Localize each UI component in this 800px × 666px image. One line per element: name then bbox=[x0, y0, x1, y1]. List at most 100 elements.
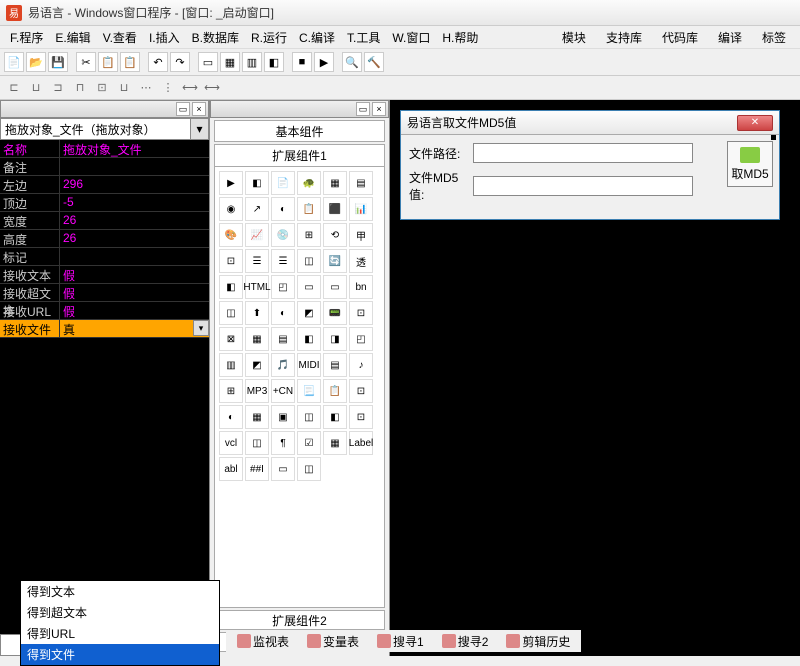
align-left-button[interactable]: ⊏ bbox=[4, 79, 24, 97]
component-item[interactable]: 📈 bbox=[245, 223, 269, 247]
tab-module[interactable]: 模块 bbox=[552, 27, 596, 48]
component-item[interactable]: ↗ bbox=[245, 197, 269, 221]
component-item[interactable]: ◫ bbox=[245, 431, 269, 455]
component-item[interactable]: ⊞ bbox=[297, 223, 321, 247]
component-item[interactable]: MIDI bbox=[297, 353, 321, 377]
menu-insert[interactable]: I.插入 bbox=[143, 27, 186, 48]
align-right-button[interactable]: ⊐ bbox=[48, 79, 68, 97]
copy-button[interactable]: 📋 bbox=[98, 52, 118, 72]
save-button[interactable]: 💾 bbox=[48, 52, 68, 72]
dropdown-option[interactable]: 得到超文本 bbox=[21, 602, 219, 623]
menu-edit[interactable]: E.编辑 bbox=[49, 27, 96, 48]
dropdown-option[interactable]: 得到URL bbox=[21, 623, 219, 644]
component-item[interactable]: ◧ bbox=[219, 275, 243, 299]
component-item[interactable]: 🔄 bbox=[323, 249, 347, 273]
component-item[interactable]: ☰ bbox=[271, 249, 295, 273]
prop-value[interactable]: 假 bbox=[60, 266, 209, 283]
component-item[interactable]: ▦ bbox=[245, 327, 269, 351]
component-item[interactable]: ♪ bbox=[349, 353, 373, 377]
component-item[interactable]: vcl bbox=[219, 431, 243, 455]
stop-button[interactable]: ■ bbox=[292, 52, 312, 72]
designer-canvas[interactable]: 易语言取文件MD5值 ✕ 文件路径: 文件MD5值: 取MD5 bbox=[390, 100, 800, 656]
event-dropdown-list[interactable]: 得到文本得到超文本得到URL得到文件 bbox=[20, 580, 220, 666]
component-item[interactable]: +CN bbox=[271, 379, 295, 403]
component-item[interactable]: ⬆ bbox=[245, 301, 269, 325]
new-file-button[interactable]: 📄 bbox=[4, 52, 24, 72]
component-item[interactable]: 🎨 bbox=[219, 223, 243, 247]
component-item[interactable]: ◫ bbox=[297, 249, 321, 273]
component-item[interactable]: ◰ bbox=[271, 275, 295, 299]
paste-button[interactable]: 📋 bbox=[120, 52, 140, 72]
property-row[interactable]: 高度26 bbox=[0, 230, 209, 248]
component-item[interactable]: ▥ bbox=[219, 353, 243, 377]
align-top-button[interactable]: ⊓ bbox=[70, 79, 90, 97]
tool-button-3[interactable]: ▥ bbox=[242, 52, 262, 72]
menu-compile[interactable]: C.编译 bbox=[293, 27, 341, 48]
md5-input[interactable] bbox=[473, 176, 693, 196]
panel-min-button[interactable]: ▭ bbox=[356, 102, 370, 116]
component-item[interactable]: ##I bbox=[245, 457, 269, 481]
bottom-tab[interactable]: 搜寻2 bbox=[435, 630, 496, 653]
component-item[interactable]: ☰ bbox=[245, 249, 269, 273]
dropdown-option[interactable]: 得到文本 bbox=[21, 581, 219, 602]
component-item[interactable]: ⊡ bbox=[219, 249, 243, 273]
component-item[interactable]: ▤ bbox=[349, 171, 373, 195]
prop-value[interactable]: -5 bbox=[60, 194, 209, 211]
component-item[interactable]: 📃 bbox=[297, 379, 321, 403]
component-item[interactable]: ◰ bbox=[349, 327, 373, 351]
component-item[interactable]: ◐ bbox=[271, 197, 295, 221]
component-item[interactable]: ¶ bbox=[271, 431, 295, 455]
tab-basic[interactable]: 基本组件 bbox=[214, 120, 385, 142]
form-titlebar[interactable]: 易语言取文件MD5值 ✕ bbox=[401, 111, 779, 135]
component-item[interactable]: ▣ bbox=[271, 405, 295, 429]
component-item[interactable]: 📄 bbox=[271, 171, 295, 195]
redo-button[interactable]: ↷ bbox=[170, 52, 190, 72]
component-item[interactable]: 🐢 bbox=[297, 171, 321, 195]
prop-value[interactable] bbox=[60, 158, 209, 175]
property-row[interactable]: 名称拖放对象_文件 bbox=[0, 140, 209, 158]
component-item[interactable]: 📟 bbox=[323, 301, 347, 325]
property-row[interactable]: 左边296 bbox=[0, 176, 209, 194]
component-item[interactable]: ▭ bbox=[297, 275, 321, 299]
component-item[interactable]: ◧ bbox=[245, 171, 269, 195]
tab-compile[interactable]: 编译 bbox=[708, 27, 752, 48]
component-item[interactable]: ◨ bbox=[323, 327, 347, 351]
component-item[interactable]: 💿 bbox=[271, 223, 295, 247]
object-selector[interactable]: 拖放对象_文件（拖放对象） ▾ bbox=[0, 118, 209, 140]
panel-close-button[interactable]: × bbox=[372, 102, 386, 116]
hammer-icon[interactable]: 🔨 bbox=[364, 52, 384, 72]
prop-value[interactable]: 26 bbox=[60, 230, 209, 247]
prop-value[interactable]: 真▾ bbox=[60, 320, 209, 337]
component-item[interactable]: ☑ bbox=[297, 431, 321, 455]
component-item[interactable]: ◫ bbox=[297, 457, 321, 481]
component-item[interactable]: MP3 bbox=[245, 379, 269, 403]
chevron-down-icon[interactable]: ▾ bbox=[190, 119, 208, 139]
tab-ext2[interactable]: 扩展组件2 bbox=[214, 610, 385, 630]
component-item[interactable]: abl bbox=[219, 457, 243, 481]
property-row[interactable]: 顶边-5 bbox=[0, 194, 209, 212]
panel-close-button[interactable]: × bbox=[192, 102, 206, 116]
tool-button-1[interactable]: ▭ bbox=[198, 52, 218, 72]
component-item[interactable]: ▭ bbox=[271, 457, 295, 481]
spacing-v-button[interactable]: ⋮ bbox=[158, 79, 178, 97]
menu-window[interactable]: W.窗口 bbox=[386, 27, 436, 48]
component-item[interactable]: ▤ bbox=[323, 353, 347, 377]
prop-value[interactable]: 296 bbox=[60, 176, 209, 193]
prop-value[interactable]: 假 bbox=[60, 302, 209, 319]
component-item[interactable]: ▶ bbox=[219, 171, 243, 195]
menu-database[interactable]: B.数据库 bbox=[186, 27, 245, 48]
component-item[interactable]: ⊡ bbox=[349, 301, 373, 325]
component-item[interactable]: 📊 bbox=[349, 197, 373, 221]
component-item[interactable]: ⊡ bbox=[349, 405, 373, 429]
chevron-down-icon[interactable]: ▾ bbox=[193, 320, 209, 336]
undo-button[interactable]: ↶ bbox=[148, 52, 168, 72]
bottom-tab[interactable]: 监视表 bbox=[230, 630, 296, 653]
property-row[interactable]: 接收URL假 bbox=[0, 302, 209, 320]
tab-ext1[interactable]: 扩展组件1 bbox=[214, 144, 385, 166]
prop-value[interactable]: 26 bbox=[60, 212, 209, 229]
menu-view[interactable]: V.查看 bbox=[97, 27, 143, 48]
filepath-input[interactable] bbox=[473, 143, 693, 163]
align-bottom-button[interactable]: ⊔ bbox=[114, 79, 134, 97]
bottom-tab[interactable]: 剪辑历史 bbox=[499, 630, 577, 653]
close-icon[interactable]: ✕ bbox=[737, 115, 773, 131]
